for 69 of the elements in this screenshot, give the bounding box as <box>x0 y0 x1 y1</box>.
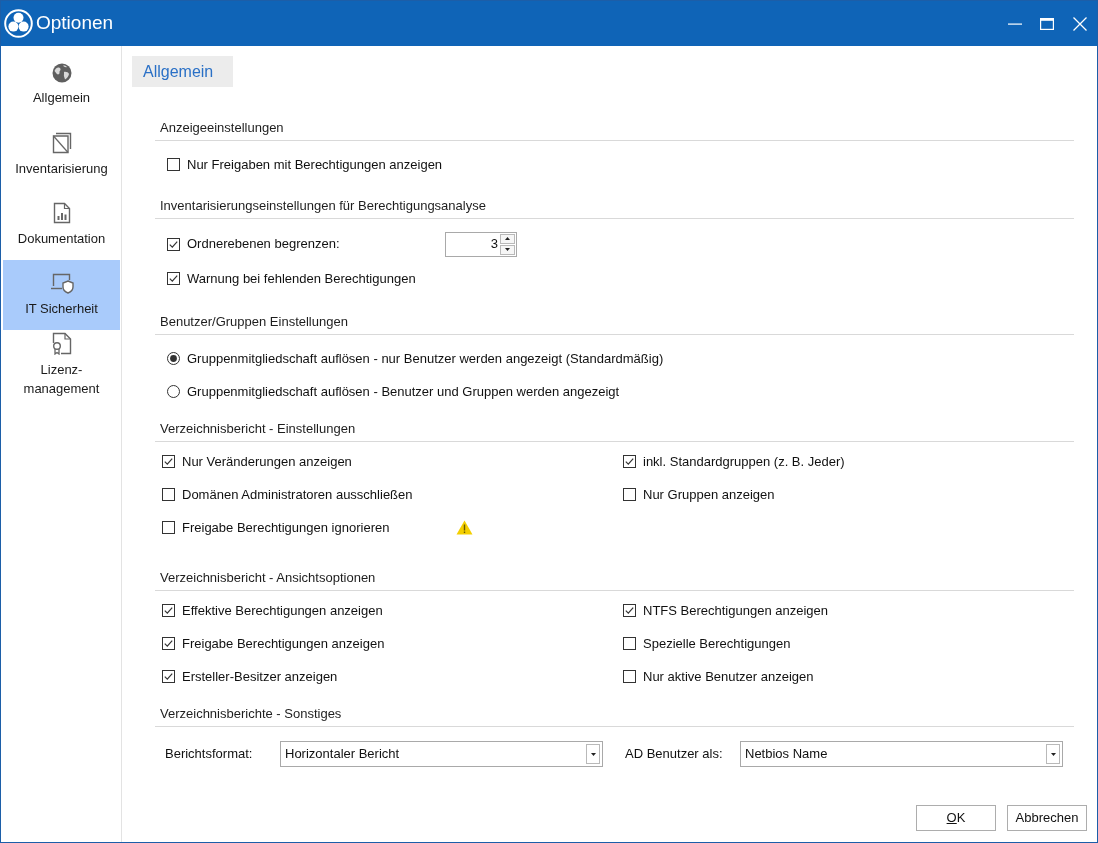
radio-button[interactable] <box>167 352 180 365</box>
checkbox[interactable] <box>167 237 180 251</box>
section-heading: Inventarisierungseinstellungen für Berechtigungsanalyse <box>160 198 486 213</box>
section-heading: Verzeichnisbericht - Einstellungen <box>160 421 356 436</box>
stacked-pages-icon <box>51 132 72 154</box>
dropdown-button[interactable] <box>586 744 600 764</box>
maximize-icon <box>1040 17 1054 30</box>
checkbox[interactable] <box>167 158 180 171</box>
checkbox[interactable] <box>162 670 175 683</box>
option-label: Freigabe Berechtigungen anzeigen <box>182 634 385 653</box>
checkbox[interactable] <box>623 604 636 617</box>
triangle-up-icon <box>505 237 510 240</box>
sidebar-item[interactable]: Allgemein <box>3 50 120 120</box>
checkbox[interactable] <box>623 637 636 650</box>
sidebar-item[interactable]: Inventarisierung <box>3 120 120 190</box>
section-heading: Verzeichnisbericht - Ansichtsoptionen <box>160 570 376 585</box>
option-label: NTFS Berechtigungen anzeigen <box>643 601 828 620</box>
section-heading: Verzeichnisberichte - Sonstiges <box>160 706 342 721</box>
close-icon <box>1073 16 1087 31</box>
option-label: Gruppenmitgliedschaft auflösen - Benutzer und Gruppen werden angezeigt <box>187 382 620 401</box>
field-label: AD Benutzer als: <box>625 746 723 762</box>
chart-document-icon <box>52 202 71 224</box>
checkbox[interactable] <box>167 272 180 285</box>
sidebar-item[interactable]: IT Sicherheit <box>3 260 120 330</box>
sidebar-item[interactable]: Lizenz- management <box>3 330 120 400</box>
section-heading: Benutzer/Gruppen Einstellungen <box>160 314 348 329</box>
dropdown[interactable]: Netbios Name <box>740 741 1063 767</box>
checkbox[interactable] <box>623 455 636 468</box>
option-label: Spezielle Berechtigungen <box>643 634 791 653</box>
dropdown[interactable]: Horizontaler Bericht <box>280 741 603 767</box>
option-label: Freigabe Berechtigungen ignorieren <box>182 518 390 537</box>
certificate-icon <box>51 332 72 355</box>
radio-button[interactable] <box>167 385 180 398</box>
checkbox[interactable] <box>162 637 175 650</box>
option-label: Ordnerebenen begrenzen: <box>187 235 340 254</box>
caret-down-icon <box>1050 752 1056 756</box>
dropdown-button[interactable] <box>1046 744 1060 764</box>
option-label: Effektive Berechtigungen anzeigen <box>182 601 383 620</box>
option-label: Gruppenmitgliedschaft auflösen - nur Benutzer werden angezeigt (Standardmäßig) <box>187 349 664 368</box>
spin-down-button[interactable] <box>500 244 515 255</box>
minimize-icon <box>1008 22 1022 25</box>
dialog-button[interactable]: OK <box>916 805 996 831</box>
app-logo-icon <box>4 9 33 38</box>
dialog-button[interactable]: Abbrechen <box>1007 805 1087 831</box>
checkbox[interactable] <box>162 521 175 534</box>
option-label: Nur aktive Benutzer anzeigen <box>643 667 814 686</box>
option-label: Domänen Administratoren ausschließen <box>182 485 413 504</box>
tab[interactable]: Allgemein <box>132 56 233 87</box>
option-label: Ersteller-Besitzer anzeigen <box>182 667 338 686</box>
checkbox[interactable] <box>623 670 636 683</box>
option-label: Nur Freigaben mit Berechtigungen anzeigen <box>187 155 443 174</box>
window-title: Optionen <box>36 11 114 36</box>
checkbox[interactable] <box>162 488 175 501</box>
option-label: Nur Veränderungen anzeigen <box>182 452 352 471</box>
triangle-down-icon <box>505 248 510 251</box>
checkbox[interactable] <box>623 488 636 501</box>
sidebar-item[interactable]: Dokumentation <box>3 190 120 260</box>
option-label: inkl. Standardgruppen (z. B. Jeder) <box>643 452 845 471</box>
globe-icon <box>51 63 72 83</box>
section-heading: Anzeigeeinstellungen <box>160 120 284 135</box>
option-label: Warnung bei fehlenden Berechtigungen <box>187 269 416 288</box>
checkbox[interactable] <box>162 604 175 617</box>
option-label: Nur Gruppen anzeigen <box>643 485 775 504</box>
field-label: Berichtsformat: <box>165 746 253 762</box>
laptop-shield-icon <box>49 272 74 294</box>
checkbox[interactable] <box>162 455 175 468</box>
spin-up-button[interactable] <box>500 233 515 244</box>
number-spinner[interactable]: 3 <box>445 231 517 257</box>
caret-down-icon <box>590 752 596 756</box>
